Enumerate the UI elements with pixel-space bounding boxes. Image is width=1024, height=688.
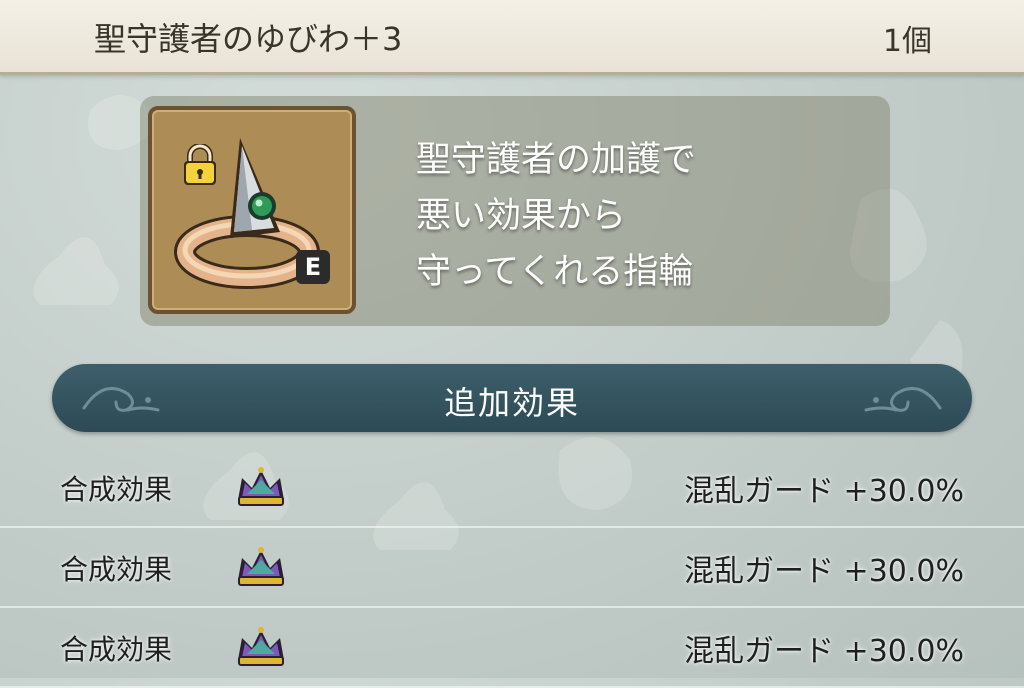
additional-effects-header: 追加効果: [52, 364, 972, 432]
item-description: 聖守護者の加護で 悪い効果から 守ってくれる指輪: [416, 132, 856, 300]
effect-value: 混乱ガード +30.0%: [684, 474, 964, 509]
effect-label: 合成効果: [60, 633, 173, 666]
description-line: 聖守護者の加護で: [416, 140, 697, 180]
effect-label: 合成効果: [60, 553, 173, 586]
equip-badge: E: [296, 250, 330, 284]
item-header: 聖守護者のゆびわ＋3 1個: [0, 0, 1024, 75]
item-count: 1個: [882, 24, 932, 59]
description-line: 守ってくれる指輪: [416, 252, 694, 292]
effect-label: 合成効果: [60, 473, 173, 506]
description-line: 悪い効果から: [416, 196, 627, 236]
effect-value: 混乱ガード +30.0%: [684, 634, 964, 669]
effect-row[interactable]: 合成効果 混乱ガード +30.0%: [0, 446, 1024, 528]
crown-icon: [238, 547, 284, 586]
item-name: 聖守護者のゆびわ＋3: [94, 20, 403, 58]
lock-icon: [184, 144, 216, 185]
effect-row[interactable]: 合成効果 混乱ガード +30.0%: [0, 606, 1024, 688]
effect-value: 混乱ガード +30.0%: [684, 554, 964, 589]
crown-icon: [238, 467, 284, 506]
crown-icon: [238, 627, 284, 666]
effect-row[interactable]: 合成効果 混乱ガード +30.0%: [0, 526, 1024, 608]
additional-effects-title: 追加効果: [443, 384, 580, 422]
